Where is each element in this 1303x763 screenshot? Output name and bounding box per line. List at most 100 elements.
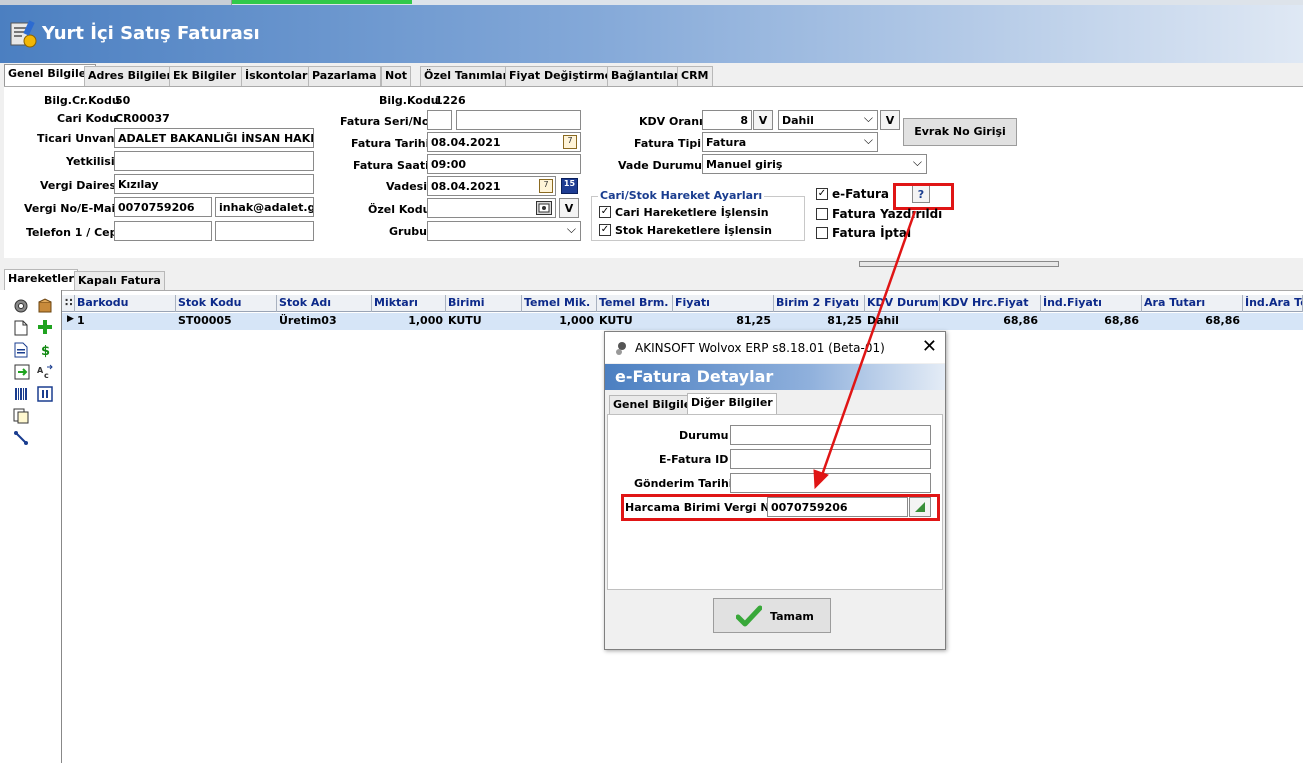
- dialog-banner-title: e-Fatura Detaylar: [615, 367, 774, 386]
- tab-diger-bilgiler[interactable]: Diğer Bilgiler: [687, 393, 777, 415]
- table-cell[interactable]: Üretim03: [276, 313, 372, 330]
- panel-splitter[interactable]: [859, 261, 1059, 267]
- table-cell[interactable]: ST00005: [175, 313, 277, 330]
- fatura-seri-input[interactable]: [427, 110, 452, 130]
- yetkilisi-input[interactable]: [114, 151, 314, 171]
- close-icon[interactable]: ✕: [922, 336, 937, 357]
- grid-toolbar: [0, 290, 62, 763]
- fatura-tarihi-input[interactable]: 08.04.2021: [427, 132, 581, 152]
- tab-genel-bilgiler[interactable]: Genel Bilgiler: [4, 64, 96, 86]
- vergi-dairesi-input[interactable]: Kızılay: [114, 174, 314, 194]
- tab-iskontolar[interactable]: İskontolar: [241, 66, 312, 86]
- vade-durumu-select[interactable]: Manuel giriş: [702, 154, 927, 174]
- settings-icon[interactable]: [13, 298, 29, 314]
- vadesi-input[interactable]: 08.04.2021: [427, 176, 556, 196]
- fatura-saati-input[interactable]: 09:00: [427, 154, 581, 174]
- fatura-tipi-select[interactable]: Fatura: [702, 132, 878, 152]
- calendar-15-icon[interactable]: 15: [561, 178, 578, 194]
- cari-hareket-checkbox[interactable]: ✓: [599, 206, 611, 218]
- cari-kodu-label: Cari Kodu: [57, 112, 118, 125]
- group-title: Cari/Stok Hareket Ayarları: [598, 189, 765, 202]
- link-icon[interactable]: [13, 430, 29, 446]
- dialog-title: AKINSOFT Wolvox ERP s8.18.01 (Beta-01): [635, 341, 885, 355]
- column-header[interactable]: Birimi: [445, 295, 522, 312]
- checkmark-icon: [736, 605, 762, 627]
- table-cell[interactable]: 81,25: [672, 313, 774, 330]
- tab-baglantilar[interactable]: Bağlantılar: [607, 66, 684, 86]
- ozel-kodu-v-button[interactable]: V: [559, 198, 579, 218]
- tab-adres-bilgileri[interactable]: Adres Bilgileri: [84, 66, 180, 86]
- tab-fiyat-degistirme[interactable]: Fiyat Değiştirme: [505, 66, 617, 86]
- column-header[interactable]: Birim 2 Fiyatı: [773, 295, 865, 312]
- kdv-v-button[interactable]: V: [753, 110, 773, 130]
- grubu-select[interactable]: [427, 221, 581, 241]
- table-cell[interactable]: 1,000: [371, 313, 446, 330]
- efatura-checkbox[interactable]: ✓: [816, 188, 828, 200]
- calendar-icon[interactable]: 7: [563, 135, 577, 149]
- ticari-unvani-input[interactable]: ADALET BAKANLIĞI İNSAN HAKLARI: [114, 128, 314, 148]
- currency-icon[interactable]: $: [38, 342, 52, 358]
- tab-crm[interactable]: CRM: [677, 66, 713, 86]
- table-cell[interactable]: [1242, 313, 1303, 330]
- column-header[interactable]: KDV Durumu: [864, 295, 940, 312]
- calculator-icon[interactable]: [37, 386, 53, 402]
- column-header[interactable]: Stok Adı: [276, 295, 372, 312]
- column-header[interactable]: Temel Brm.: [596, 295, 673, 312]
- efatura-id-input[interactable]: [730, 449, 931, 469]
- yetkilisi-label: Yetkilisi: [66, 155, 115, 168]
- column-header[interactable]: Stok Kodu: [175, 295, 277, 312]
- email-input[interactable]: inhak@adalet.gov.tr: [215, 197, 314, 217]
- table-row[interactable]: ▶ 1 ST00005 Üretim03 1,000 KUTU 1,000 KU…: [62, 313, 1303, 330]
- fatura-no-input[interactable]: [456, 110, 581, 130]
- barcode-icon[interactable]: [13, 386, 29, 402]
- tab-ek-bilgiler-1[interactable]: Ek Bilgiler 1: [169, 66, 252, 86]
- vergi-no-input[interactable]: 0070759206: [114, 197, 212, 217]
- add-icon[interactable]: [37, 319, 53, 335]
- document-list-icon[interactable]: [14, 342, 28, 358]
- tab-ozel-tanimlar[interactable]: Özel Tanımlar: [420, 66, 513, 86]
- kdv-orani-input[interactable]: 8: [702, 110, 752, 130]
- highlight-box: [893, 183, 954, 210]
- new-document-icon[interactable]: [14, 320, 28, 336]
- telefon-input[interactable]: [114, 221, 212, 241]
- dialog-titlebar[interactable]: AKINSOFT Wolvox ERP s8.18.01 (Beta-01) ✕: [605, 332, 945, 363]
- column-header[interactable]: Fiyatı: [672, 295, 774, 312]
- column-header[interactable]: İnd.Ara Tot: [1242, 295, 1303, 312]
- column-header[interactable]: Temel Mik.: [521, 295, 597, 312]
- tab-kapali-fatura[interactable]: Kapalı Fatura: [74, 271, 165, 290]
- replace-icon[interactable]: A c: [37, 364, 55, 380]
- table-cell[interactable]: KUTU: [445, 313, 522, 330]
- import-icon[interactable]: [14, 364, 30, 380]
- tab-not[interactable]: Not: [381, 66, 412, 86]
- column-header[interactable]: Miktarı: [371, 295, 446, 312]
- table-cell[interactable]: 1,000: [521, 313, 597, 330]
- tab-pazarlama[interactable]: Pazarlama: [308, 66, 381, 86]
- table-cell[interactable]: Dahil: [864, 313, 940, 330]
- table-cell[interactable]: 68,86: [1141, 313, 1243, 330]
- copy-document-icon[interactable]: [13, 408, 29, 424]
- table-cell[interactable]: 1: [74, 313, 176, 330]
- picker-icon[interactable]: [536, 201, 552, 215]
- tab-hareketler[interactable]: Hareketler: [4, 269, 78, 290]
- stok-hareket-checkbox[interactable]: ✓: [599, 224, 611, 236]
- kdv-dahil-select[interactable]: Dahil: [778, 110, 878, 130]
- package-icon[interactable]: [37, 298, 53, 314]
- column-header[interactable]: Barkodu: [74, 295, 176, 312]
- iptal-checkbox[interactable]: [816, 227, 828, 239]
- cari-hareket-label: Cari Hareketlere İşlensin: [615, 206, 769, 219]
- evrak-no-button[interactable]: Evrak No Girişi: [903, 118, 1017, 146]
- table-cell[interactable]: 68,86: [939, 313, 1041, 330]
- dahil-v-button[interactable]: V: [880, 110, 900, 130]
- table-cell[interactable]: KUTU: [596, 313, 673, 330]
- column-header[interactable]: İnd.Fiyatı: [1040, 295, 1142, 312]
- gonderim-tarihi-input[interactable]: [730, 473, 931, 493]
- calendar-icon[interactable]: 7: [539, 179, 553, 193]
- cep-input[interactable]: [215, 221, 314, 241]
- durumu-input[interactable]: [730, 425, 931, 445]
- column-header[interactable]: KDV Hrc.Fiyat: [939, 295, 1041, 312]
- tamam-button[interactable]: Tamam: [713, 598, 831, 633]
- yazdirildi-checkbox[interactable]: [816, 208, 828, 220]
- table-cell[interactable]: 81,25: [773, 313, 865, 330]
- table-cell[interactable]: 68,86: [1040, 313, 1142, 330]
- column-header[interactable]: Ara Tutarı: [1141, 295, 1243, 312]
